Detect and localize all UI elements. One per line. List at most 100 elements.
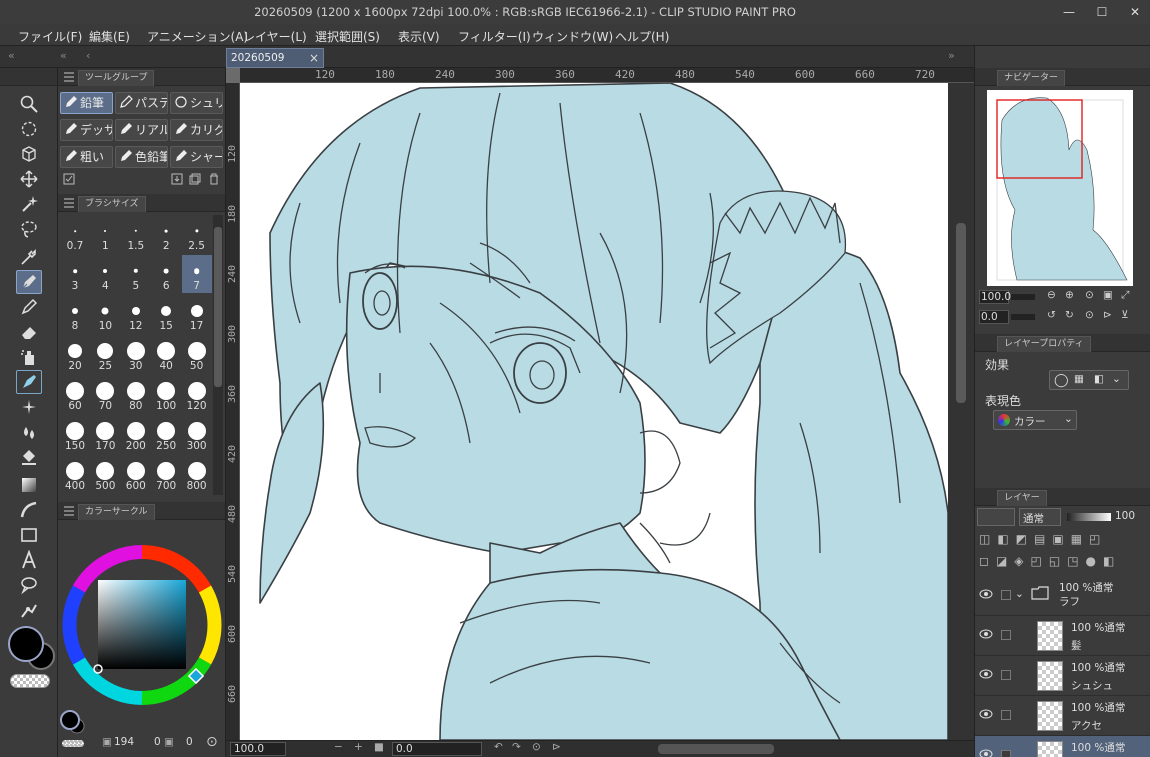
brush-size-cell[interactable]: 600 xyxy=(121,455,151,493)
layer-toolbar-2[interactable]: ◻◪◈◰◱◳●◧ xyxy=(979,554,1147,572)
brush-size-cell[interactable]: 1.5 xyxy=(121,215,151,253)
effect-dropdown-icon[interactable]: ⌄ xyxy=(1112,373,1121,385)
airbrush-tool[interactable] xyxy=(16,345,42,369)
balloon-tool[interactable] xyxy=(16,573,42,597)
brush-size-cell[interactable]: 2.5 xyxy=(182,215,212,253)
menu-grip-icon[interactable] xyxy=(62,196,76,210)
brush-size-scroll-thumb[interactable] xyxy=(214,227,222,387)
layer-lock-checkbox[interactable] xyxy=(1001,590,1011,600)
subtool-shrink[interactable]: シュリンク xyxy=(170,92,223,114)
sparkle-tool[interactable] xyxy=(16,395,42,419)
visibility-eye-icon[interactable] xyxy=(979,709,993,719)
brush-size-cell[interactable]: 70 xyxy=(90,375,120,413)
layer-lock-checkbox[interactable] xyxy=(1001,630,1011,640)
layer-row[interactable]: ⌄ 100 %通常 ラフ xyxy=(975,576,1150,616)
brush-size-cell[interactable]: 3 xyxy=(60,255,90,293)
transparent-color-swatch[interactable] xyxy=(10,674,50,688)
close-button[interactable]: ✕ xyxy=(1126,3,1144,21)
expression-color-select[interactable]: カラー ⌄ xyxy=(993,410,1077,430)
brush-size-cell[interactable]: 50 xyxy=(182,335,212,373)
pen-tool[interactable] xyxy=(16,270,42,294)
close-tab-icon[interactable]: × xyxy=(309,51,319,65)
subtool-pastel[interactable]: パステル xyxy=(115,92,168,114)
collapse-left2-icon[interactable]: « xyxy=(60,49,67,62)
reset-rotate-icon[interactable]: ⊙ xyxy=(1085,309,1094,321)
tab-brush-size[interactable]: ブラシサイズ xyxy=(78,196,146,212)
subtool-pencil[interactable]: 鉛筆 xyxy=(60,92,113,114)
blend-tool[interactable] xyxy=(16,420,42,444)
object-tool[interactable] xyxy=(16,142,42,166)
effect-buttons[interactable]: ◯ ▦ ◧ ⌄ xyxy=(1049,370,1129,390)
zoom-field[interactable]: 100.0 xyxy=(230,742,286,756)
eraser-tool[interactable] xyxy=(16,320,42,344)
brush-size-cell[interactable]: 10 xyxy=(90,295,120,333)
flip-vertical-icon[interactable]: ⊻ xyxy=(1121,309,1129,321)
mini-color-swatch[interactable] xyxy=(58,708,88,744)
brush-size-cell[interactable]: 120 xyxy=(182,375,212,413)
subtool-real[interactable]: リアル xyxy=(115,119,168,141)
brush-size-cell[interactable]: 0.7 xyxy=(60,215,90,253)
brush-size-cell[interactable]: 40 xyxy=(151,335,181,373)
layer-lock-checkbox[interactable] xyxy=(1001,710,1011,720)
zoom-in-icon[interactable]: + xyxy=(354,741,363,753)
brush-size-cell[interactable]: 4 xyxy=(90,255,120,293)
menu-selection[interactable]: 選択範囲(S) xyxy=(315,28,380,45)
maximize-button[interactable]: ☐ xyxy=(1093,3,1111,21)
pencil-tool[interactable] xyxy=(16,295,42,319)
subtool-rough[interactable]: 粗い xyxy=(60,146,113,168)
layer-row[interactable]: 100 %通常 シュシュ xyxy=(975,656,1150,696)
brush-size-cell[interactable]: 150 xyxy=(60,415,90,453)
document-tab[interactable]: 20260509 × xyxy=(226,48,324,68)
tone-effect-icon[interactable]: ▦ xyxy=(1074,373,1084,385)
zoom-tool[interactable] xyxy=(16,92,42,116)
fit-icon[interactable]: ■ xyxy=(374,741,384,753)
brush-size-scrollbar[interactable] xyxy=(213,215,223,495)
brush-size-cell[interactable]: 8 xyxy=(60,295,90,333)
download-icon[interactable] xyxy=(170,172,184,186)
layer-lock-checkbox[interactable] xyxy=(1001,670,1011,680)
eyedropper-tool[interactable] xyxy=(16,245,42,269)
back-icon[interactable]: ‹ xyxy=(86,49,90,62)
move-tool[interactable] xyxy=(16,167,42,191)
menu-edit[interactable]: 編集(E) xyxy=(89,28,130,45)
flip-icon[interactable]: ⊳ xyxy=(552,741,561,753)
tab-layer[interactable]: レイヤー xyxy=(997,490,1047,506)
rotate-right-icon[interactable]: ↷ xyxy=(512,741,521,753)
brush-size-cell[interactable]: 500 xyxy=(90,455,120,493)
flip-horizontal-icon[interactable]: ⊳ xyxy=(1103,309,1112,321)
brush-size-cell[interactable]: 800 xyxy=(182,455,212,493)
color-wheel[interactable] xyxy=(58,538,226,713)
brush-size-cell[interactable]: 300 xyxy=(182,415,212,453)
rotate-ccw-icon[interactable]: ↺ xyxy=(1047,309,1056,321)
tab-color-circle[interactable]: カラーサークル xyxy=(78,504,155,520)
frame-tool[interactable] xyxy=(16,523,42,547)
subtool-color-pencil[interactable]: 色鉛筆 xyxy=(115,146,168,168)
fullscreen-icon[interactable]: ⤢ xyxy=(1121,289,1129,302)
brush-size-cell[interactable]: 30 xyxy=(121,335,151,373)
layer-lock-checkbox[interactable] xyxy=(1001,750,1011,757)
brush-size-cell[interactable]: 100 xyxy=(151,375,181,413)
brush-size-cell[interactable]: 250 xyxy=(151,415,181,453)
menu-layer[interactable]: レイヤー(L) xyxy=(243,28,307,45)
opacity-slider[interactable] xyxy=(1067,513,1111,521)
tab-navigator[interactable]: ナビゲーター xyxy=(997,70,1066,86)
collapse-right-icon[interactable]: » xyxy=(948,49,955,62)
menu-grip-icon[interactable] xyxy=(62,504,76,518)
layer-color-icon[interactable]: ◧ xyxy=(1094,373,1104,385)
menu-grip-icon[interactable] xyxy=(62,70,76,84)
menu-help[interactable]: ヘルプ(H) xyxy=(615,28,669,45)
tab-tool-group[interactable]: ツールグループ xyxy=(78,70,155,86)
decoration-tool[interactable] xyxy=(16,370,42,394)
visibility-eye-icon[interactable] xyxy=(979,589,993,599)
brush-size-cell[interactable]: 17 xyxy=(182,295,212,333)
layer-row[interactable]: 100 %通常 アクセ xyxy=(975,696,1150,736)
canvas-scroll-thumb[interactable] xyxy=(956,223,966,403)
selection-tool[interactable] xyxy=(16,217,42,241)
rotation-field[interactable]: 0.0 xyxy=(392,742,482,756)
duplicate-icon[interactable] xyxy=(188,172,202,186)
subtool-sharp[interactable]: シャープ xyxy=(170,146,223,168)
zoom-out-icon[interactable]: − xyxy=(334,741,343,753)
visibility-eye-icon[interactable] xyxy=(979,669,993,679)
subtool-dessin[interactable]: デッサン xyxy=(60,119,113,141)
rotate-cw-icon[interactable]: ↻ xyxy=(1065,309,1074,321)
